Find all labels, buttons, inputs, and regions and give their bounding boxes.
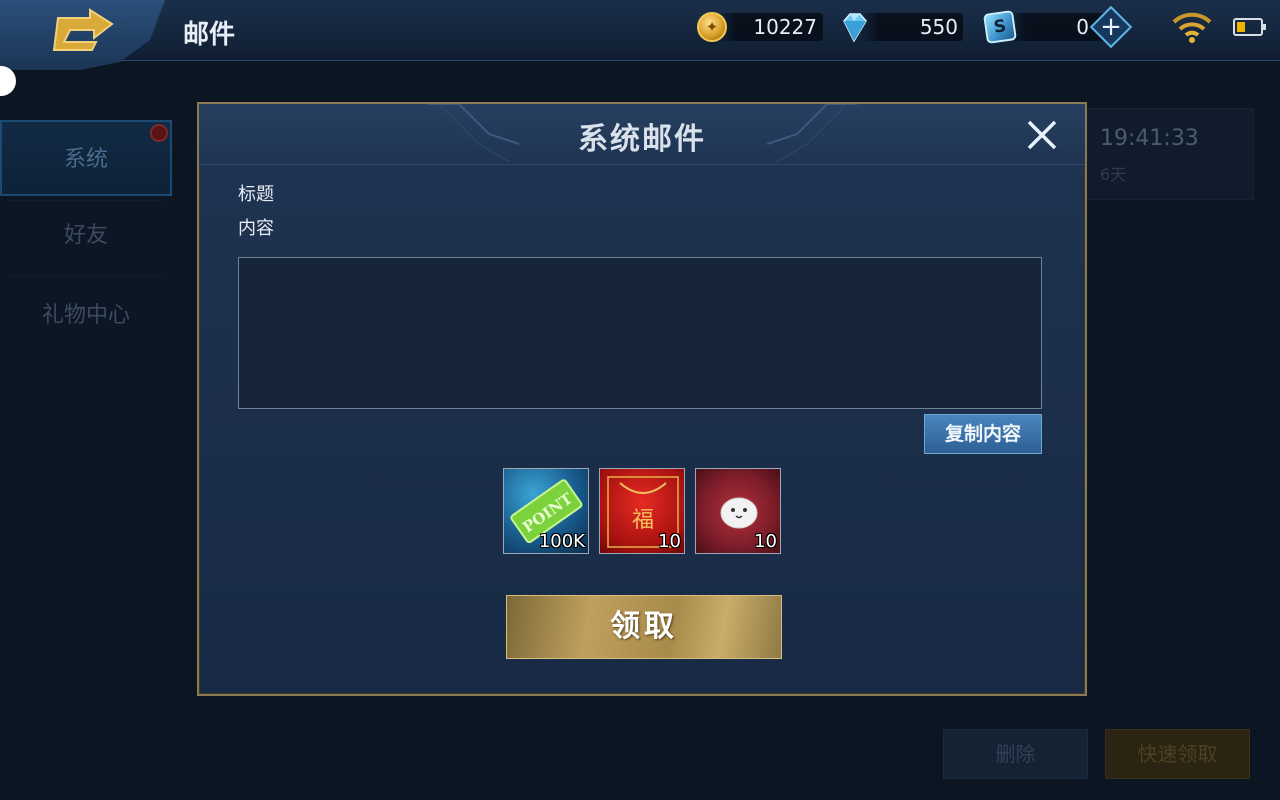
reward-quantity: 10 bbox=[658, 531, 681, 552]
reward-quantity: 10 bbox=[754, 531, 777, 552]
side-handle[interactable] bbox=[0, 66, 16, 96]
tab-system[interactable]: 系统 bbox=[0, 120, 172, 196]
gold-amount: 10227 bbox=[753, 15, 817, 39]
voucher-icon: S bbox=[983, 10, 1017, 44]
mail-subject-label: 标题 bbox=[238, 184, 274, 205]
mail-expiry: 6天 bbox=[1100, 165, 1127, 184]
voucher-counter: S 0 + bbox=[983, 5, 1133, 49]
gold-coin-icon: ✦ bbox=[697, 12, 727, 42]
reward-item[interactable]: 福 10 bbox=[599, 468, 685, 554]
plus-icon: + bbox=[1100, 12, 1122, 42]
gold-counter: ✦ 10227 bbox=[695, 10, 823, 44]
claim-button[interactable]: 领取 bbox=[506, 595, 782, 659]
close-icon[interactable] bbox=[1025, 118, 1059, 152]
back-arrow-icon bbox=[52, 8, 114, 51]
voucher-amount: 0 bbox=[1076, 15, 1089, 39]
divider bbox=[10, 276, 162, 277]
dialog-title: 系统邮件 bbox=[578, 122, 706, 157]
diamond-icon bbox=[843, 13, 867, 43]
reward-quantity: 100K bbox=[538, 531, 585, 552]
wifi-icon bbox=[1172, 12, 1212, 43]
top-bar: 邮件 ✦ 10227 550 S 0 + bbox=[0, 0, 1280, 70]
quick-claim-button[interactable]: 快速领取 bbox=[1105, 729, 1250, 779]
tab-gift-center[interactable]: 礼物中心 bbox=[0, 278, 172, 354]
reward-item[interactable]: 10 bbox=[695, 468, 781, 554]
mail-time: 19:41:33 bbox=[1100, 126, 1199, 151]
svg-text:福: 福 bbox=[632, 508, 654, 533]
copy-content-button[interactable]: 复制内容 bbox=[924, 414, 1042, 454]
unread-badge bbox=[150, 124, 168, 142]
back-button[interactable] bbox=[0, 0, 165, 70]
battery-icon bbox=[1233, 18, 1266, 36]
delete-button[interactable]: 删除 bbox=[943, 729, 1088, 779]
reward-item[interactable]: POINT 100K bbox=[503, 468, 589, 554]
mail-list-item[interactable] bbox=[1086, 108, 1254, 200]
page-title: 邮件 bbox=[183, 20, 236, 50]
diamond-amount: 550 bbox=[919, 15, 958, 39]
dialog-header: 系统邮件 bbox=[199, 104, 1085, 165]
system-mail-dialog: 系统邮件 标题 内容 复制内容 POINT 100K 福 10 10 领取 bbox=[197, 102, 1087, 696]
tab-friends[interactable]: 好友 bbox=[0, 198, 172, 274]
diamond-counter: 550 bbox=[838, 10, 963, 44]
mail-content-label: 内容 bbox=[238, 218, 274, 239]
mail-content-box[interactable] bbox=[238, 257, 1042, 409]
